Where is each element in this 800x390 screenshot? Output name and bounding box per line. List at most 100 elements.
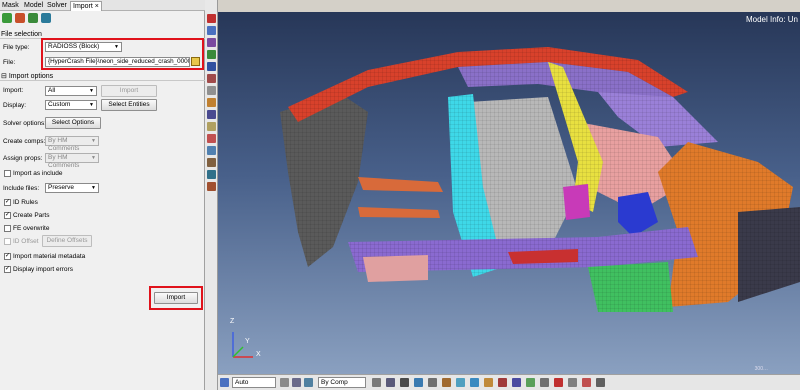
- color-mode-select[interactable]: By Comp: [318, 377, 366, 388]
- create-parts-label: Create Parts: [13, 212, 50, 219]
- vertical-toolbar: [205, 0, 218, 390]
- file-label: File:: [3, 59, 16, 66]
- id-rules-label: ID Rules: [13, 199, 38, 206]
- import-options-title: Import options: [8, 73, 54, 80]
- import-select-entities-button[interactable]: Import: [101, 85, 157, 97]
- surface-icon[interactable]: [414, 378, 423, 387]
- fe-overwrite-label: FE overwrite: [13, 225, 50, 232]
- chevron-down-icon: ▼: [89, 102, 94, 108]
- car-body-mesh[interactable]: [218, 12, 800, 374]
- import-icon-bar: [0, 12, 205, 26]
- include-files-label: Include files:: [3, 185, 40, 192]
- id-offset-checkbox[interactable]: [4, 238, 11, 245]
- import-material-metadata-label: Import material metadata: [13, 253, 86, 260]
- import-panel: Mask Model Solver Import × File selectio…: [0, 0, 205, 390]
- section-icon[interactable]: [207, 110, 216, 119]
- view-cube-icon[interactable]: [220, 378, 229, 387]
- import-material-metadata-checkbox[interactable]: ✓: [4, 253, 11, 260]
- color-icon[interactable]: [207, 14, 216, 23]
- axis-y-label: Y: [245, 338, 250, 345]
- entity-icon[interactable]: [484, 378, 493, 387]
- tab-mask[interactable]: Mask: [0, 1, 21, 11]
- display-label: Display:: [3, 102, 27, 109]
- solver-options-label: Solver options:: [3, 120, 46, 127]
- axis-x-label: X: [256, 351, 261, 358]
- select-options-button[interactable]: Select Options: [45, 117, 101, 129]
- display-select-entities-button[interactable]: Select Entities: [101, 99, 157, 111]
- material-icon[interactable]: [540, 378, 549, 387]
- tab-model[interactable]: Model: [22, 1, 45, 11]
- import-select[interactable]: All ▼: [45, 86, 97, 96]
- chevron-down-icon: ▼: [91, 138, 96, 144]
- rear-rail: [358, 177, 443, 192]
- camera-icon[interactable]: [207, 146, 216, 155]
- measure-icon[interactable]: [207, 98, 216, 107]
- create-comps-select[interactable]: By HM Comments ▼: [45, 136, 99, 152]
- import-connectors-icon[interactable]: [41, 13, 51, 23]
- tab-import[interactable]: Import ×: [70, 1, 102, 11]
- display-import-errors-checkbox[interactable]: ✓: [4, 266, 11, 273]
- import-solver-deck-icon[interactable]: [28, 13, 38, 23]
- include-files-select[interactable]: Preserve ▼: [45, 183, 99, 193]
- mask-icon[interactable]: [207, 38, 216, 47]
- assign-props-select[interactable]: By HM Comments ▼: [45, 153, 99, 169]
- graphics-viewport[interactable]: Model Info: Un Z X Y 300…: [218, 12, 800, 374]
- component-icon[interactable]: [512, 378, 521, 387]
- label-icon[interactable]: [207, 134, 216, 143]
- chevron-down-icon: ▼: [91, 155, 96, 161]
- file-selection-highlight: [41, 38, 204, 70]
- rotate-icon[interactable]: [280, 378, 289, 387]
- panel-tabs: Mask Model Solver Import ×: [0, 0, 205, 11]
- capture-icon[interactable]: [207, 158, 216, 167]
- rear-cross-member: [358, 207, 440, 218]
- settings-icon[interactable]: [207, 182, 216, 191]
- clip-icon[interactable]: [207, 74, 216, 83]
- lighting-icon[interactable]: [470, 378, 479, 387]
- assign-props-value: By HM Comments: [48, 154, 80, 169]
- define-offsets-button[interactable]: Define Offsets: [42, 235, 92, 247]
- id-rules-checkbox[interactable]: ✓: [4, 199, 11, 206]
- import-options-header: ⊟ Import options: [0, 73, 205, 81]
- transparency-icon[interactable]: [456, 378, 465, 387]
- edges-icon[interactable]: [428, 378, 437, 387]
- close-icon[interactable]: [554, 378, 563, 387]
- feature-icon[interactable]: [442, 378, 451, 387]
- create-parts-checkbox[interactable]: ✓: [4, 212, 11, 219]
- collapse-icon[interactable]: ⊟: [1, 73, 7, 80]
- reject-icon[interactable]: [582, 378, 591, 387]
- fe-overwrite-checkbox[interactable]: [4, 225, 11, 232]
- import-model-icon[interactable]: [2, 13, 12, 23]
- element-icon[interactable]: [372, 378, 381, 387]
- chevron-down-icon: ▼: [89, 88, 94, 94]
- more-icon[interactable]: [596, 378, 605, 387]
- assign-props-label: Assign props:: [3, 155, 43, 162]
- node-icon[interactable]: [498, 378, 507, 387]
- import-as-include-checkbox[interactable]: [4, 170, 11, 177]
- view-mode-select[interactable]: Auto: [232, 377, 276, 388]
- id-offset-label: ID Offset: [13, 238, 39, 245]
- property-icon[interactable]: [526, 378, 535, 387]
- axis-triad: [232, 332, 253, 358]
- legend-icon[interactable]: [207, 170, 216, 179]
- tab-solver[interactable]: Solver: [45, 1, 69, 11]
- display-select[interactable]: Custom ▼: [45, 100, 97, 110]
- import-geometry-icon[interactable]: [15, 13, 25, 23]
- view-icon[interactable]: [207, 86, 216, 95]
- find-icon[interactable]: [207, 50, 216, 59]
- view-mode-value: Auto: [235, 379, 249, 386]
- file-type-label: File type:: [3, 44, 30, 51]
- visualization-icon[interactable]: [207, 26, 216, 35]
- fit-icon[interactable]: [292, 378, 301, 387]
- rear-floor: [363, 255, 428, 282]
- shade-icon[interactable]: [304, 378, 313, 387]
- color-mode-value: By Comp: [321, 379, 348, 386]
- visualization-toolbar: Auto By Comp: [218, 374, 800, 390]
- sphere-icon[interactable]: [207, 62, 216, 71]
- filter-icon[interactable]: [568, 378, 577, 387]
- import-label: Import:: [3, 87, 24, 94]
- import-button-highlight: [149, 286, 203, 310]
- scale-label: 300…: [754, 366, 768, 372]
- mesh-lines-icon[interactable]: [400, 378, 409, 387]
- wireframe-icon[interactable]: [386, 378, 395, 387]
- note-icon[interactable]: [207, 122, 216, 131]
